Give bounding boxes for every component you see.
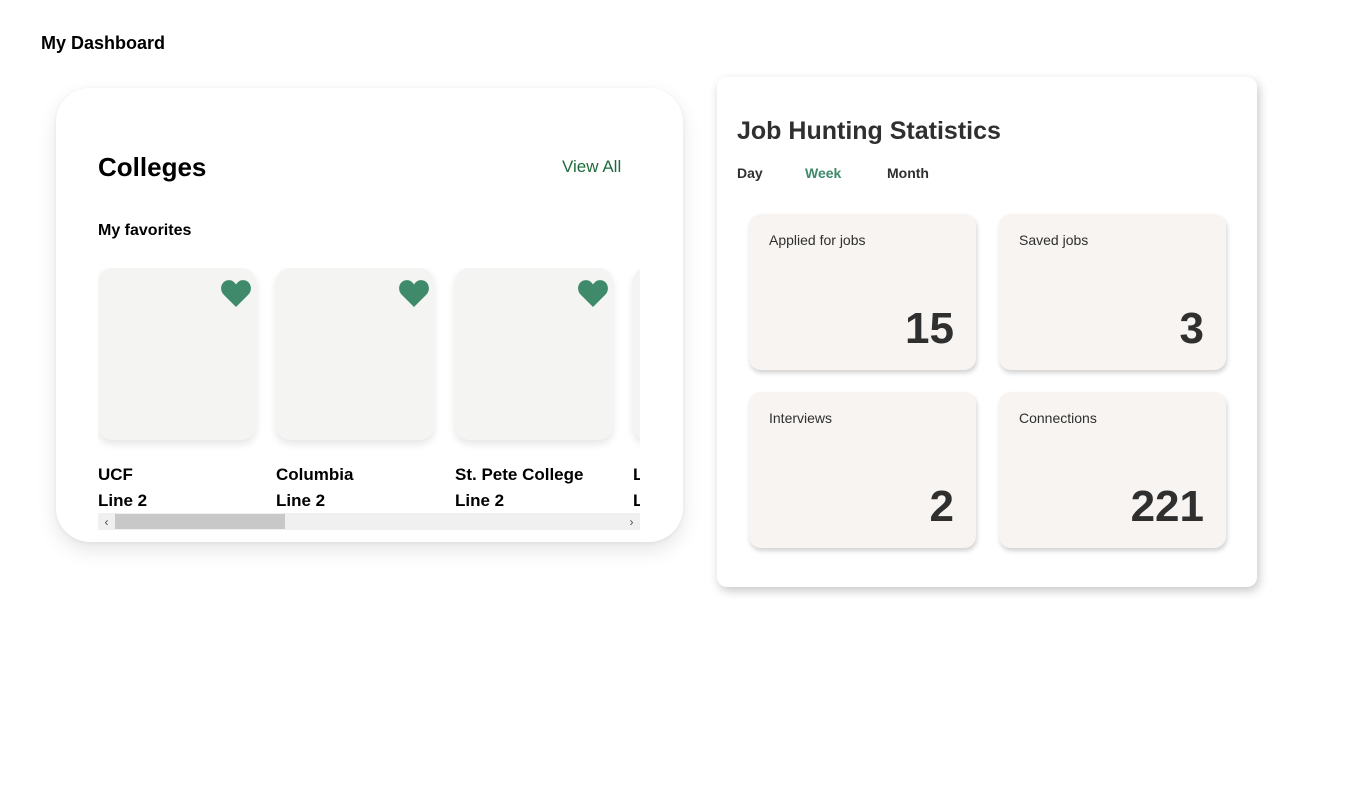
stat-value: 3 — [1179, 304, 1204, 353]
favorites-carousel[interactable]: UCF Line 2 Columbia Line 2 St. Pete Coll… — [98, 268, 640, 530]
college-line2: L — [633, 491, 640, 510]
college-image — [633, 268, 640, 440]
college-line2: Line 2 — [276, 491, 326, 510]
stat-value: 2 — [929, 482, 954, 531]
college-image — [98, 268, 256, 440]
horizontal-scrollbar[interactable]: ‹ › — [98, 513, 640, 530]
view-all-link[interactable]: View All — [562, 157, 621, 177]
colleges-card: Colleges View All My favorites UCF Line … — [56, 88, 683, 542]
heart-icon[interactable] — [398, 278, 430, 308]
stat-connections[interactable]: Connections 221 — [999, 392, 1226, 548]
scrollbar-thumb[interactable] — [115, 514, 285, 529]
heart-icon[interactable] — [577, 278, 609, 308]
stat-applied-jobs[interactable]: Applied for jobs 15 — [749, 214, 976, 370]
stat-label: Saved jobs — [1019, 232, 1089, 248]
stat-label: Interviews — [769, 410, 833, 426]
stat-value: 221 — [1130, 482, 1204, 531]
college-card-st-pete-college[interactable]: St. Pete College Line 2 — [455, 268, 613, 510]
tab-day[interactable]: Day — [737, 165, 763, 181]
college-image — [276, 268, 434, 440]
college-line2: Line 2 — [455, 491, 505, 510]
college-card-ucf[interactable]: UCF Line 2 — [98, 268, 256, 510]
stats-title: Job Hunting Statistics — [737, 117, 1001, 145]
college-name: L — [633, 465, 640, 484]
job-stats-card: Job Hunting Statistics Day Week Month Ap… — [717, 77, 1257, 587]
colleges-title: Colleges — [98, 152, 207, 182]
college-name: UCF — [98, 465, 133, 484]
scroll-left-icon[interactable]: ‹ — [98, 513, 115, 530]
tab-week[interactable]: Week — [805, 165, 841, 181]
scroll-right-icon[interactable]: › — [623, 513, 640, 530]
college-image — [455, 268, 613, 440]
stat-label: Connections — [1019, 410, 1097, 426]
college-name: St. Pete College — [455, 465, 584, 484]
college-card-columbia[interactable]: Columbia Line 2 — [276, 268, 434, 510]
college-card-partial[interactable]: L L — [633, 268, 640, 510]
page-title: My Dashboard — [41, 33, 166, 53]
stat-interviews[interactable]: Interviews 2 — [749, 392, 976, 548]
stat-saved-jobs[interactable]: Saved jobs 3 — [999, 214, 1226, 370]
heart-icon[interactable] — [220, 278, 252, 308]
college-name: Columbia — [276, 465, 354, 484]
stat-label: Applied for jobs — [769, 232, 866, 248]
favorites-label: My favorites — [98, 222, 192, 239]
stat-value: 15 — [905, 304, 954, 353]
tab-month[interactable]: Month — [887, 165, 929, 181]
college-line2: Line 2 — [98, 491, 148, 510]
